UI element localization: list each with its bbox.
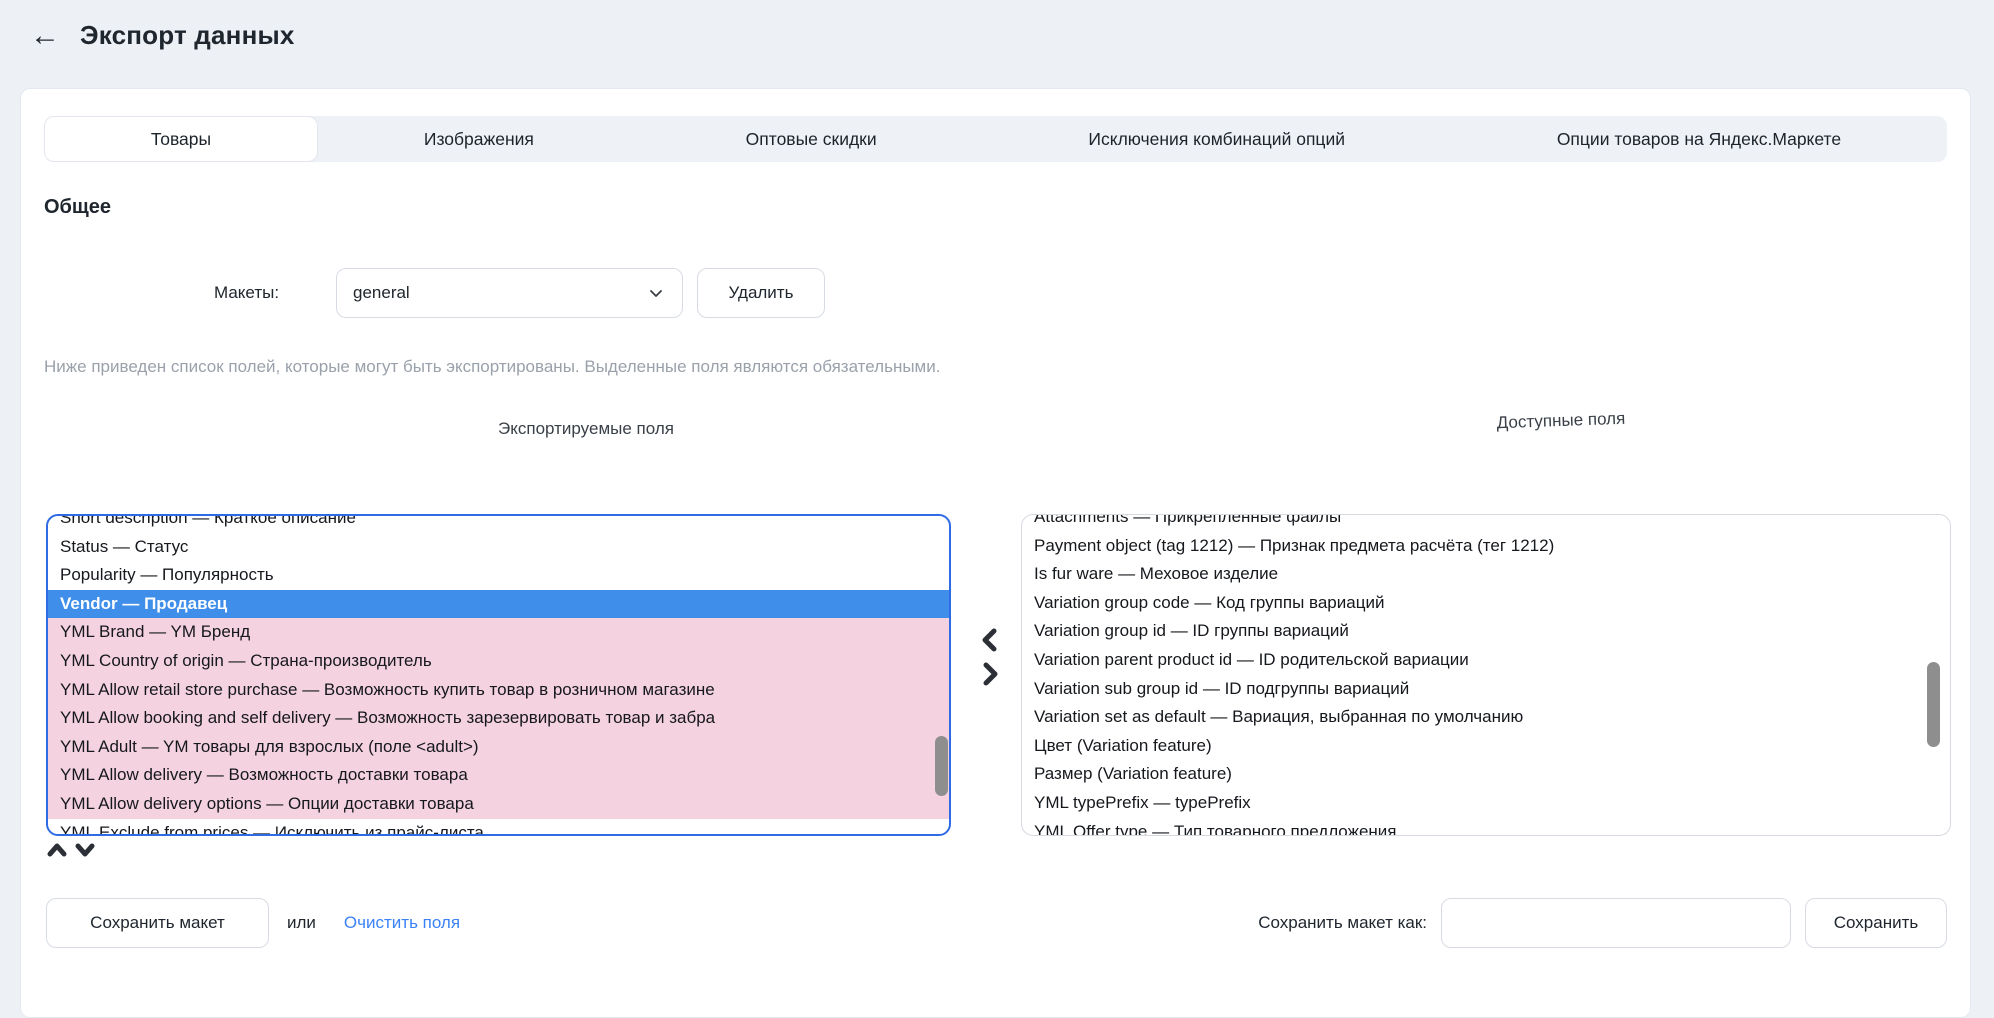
list-item[interactable]: YML Exclude from prices — Исключить из п… (48, 819, 949, 836)
general-section-heading: Общее (44, 196, 111, 219)
move-right-icon[interactable] (979, 661, 1001, 687)
save-as-label: Сохранить макет как: (1258, 913, 1427, 933)
list-item[interactable]: Vendor — Продавец (48, 590, 949, 619)
save-button[interactable]: Сохранить (1805, 898, 1947, 948)
layouts-select[interactable]: general (336, 268, 683, 318)
tab-strip: Товары Изображения Оптовые скидки Исключ… (44, 116, 1947, 162)
list-item[interactable]: Variation set as default — Вариация, выб… (1022, 703, 1950, 732)
save-layout-button[interactable]: Сохранить макет (46, 898, 269, 948)
back-arrow-icon[interactable]: ← (30, 21, 60, 51)
list-item[interactable]: YML Adult — YM товары для взрослых (поле… (48, 733, 949, 762)
exported-fields-header: Экспортируемые поля (366, 419, 806, 439)
list-item[interactable]: Variation group code — Код группы вариац… (1022, 589, 1950, 618)
list-item[interactable]: YML Brand — YM Бренд (48, 618, 949, 647)
list-item[interactable]: YML Allow retail store purchase — Возмож… (48, 676, 949, 705)
page-title: Экспорт данных (80, 20, 295, 51)
list-item[interactable]: Popularity — Популярность (48, 561, 949, 590)
exported-list-scrollbar-thumb[interactable] (935, 736, 948, 796)
layouts-row: Макеты: general Удалить (21, 268, 1970, 318)
tab-images[interactable]: Изображения (318, 116, 640, 162)
reorder-arrows (46, 842, 96, 858)
list-item[interactable]: Attachments — Прикрепленные файлы (1022, 514, 1950, 532)
list-item[interactable]: YML Country of origin — Страна-производи… (48, 647, 949, 676)
delete-layout-button[interactable]: Удалить (697, 268, 825, 318)
export-data-page: ← Экспорт данных Товары Изображения Опто… (0, 0, 1994, 986)
list-item[interactable]: Variation sub group id — ID подгруппы ва… (1022, 675, 1950, 704)
save-as-input[interactable] (1441, 898, 1791, 948)
list-item[interactable]: Цвет (Variation feature) (1022, 732, 1950, 761)
list-item[interactable]: Variation parent product id — ID родител… (1022, 646, 1950, 675)
layouts-label: Макеты: (214, 268, 279, 318)
list-item[interactable]: YML Allow delivery — Возможность доставк… (48, 761, 949, 790)
list-item[interactable]: YML typePrefix — typePrefix (1022, 789, 1950, 818)
tab-products[interactable]: Товары (44, 116, 318, 162)
list-item[interactable]: YML Allow booking and self delivery — Во… (48, 704, 949, 733)
list-item[interactable]: Variation group id — ID группы вариаций (1022, 617, 1950, 646)
fields-note: Ниже приведен список полей, которые могу… (44, 357, 940, 377)
exported-fields-rows: Short description — Краткое описание Sta… (48, 514, 949, 836)
move-down-icon[interactable] (74, 842, 96, 858)
available-fields-listbox[interactable]: Attachments — Прикрепленные файлы Paymen… (1021, 514, 1951, 836)
tab-option-combination-exclusions[interactable]: Исключения комбинаций опций (983, 116, 1451, 162)
page-header: ← Экспорт данных (30, 20, 295, 51)
export-card: Товары Изображения Оптовые скидки Исключ… (20, 88, 1971, 1018)
move-up-icon[interactable] (46, 842, 68, 858)
list-item[interactable]: Размер (Variation feature) (1022, 760, 1950, 789)
footer-right: Сохранить макет как: Сохранить (1258, 898, 1947, 948)
list-item[interactable]: YML Allow delivery options — Опции доста… (48, 790, 949, 819)
transfer-arrows (979, 627, 1001, 687)
footer-left: Сохранить макет или Очистить поля (46, 898, 460, 948)
available-fields-rows: Attachments — Прикрепленные файлы Paymen… (1022, 514, 1950, 836)
clear-fields-link[interactable]: Очистить поля (344, 913, 460, 933)
list-item[interactable]: Payment object (tag 1212) — Признак пред… (1022, 532, 1950, 561)
available-fields-header: Доступные поля (1361, 404, 1761, 438)
list-item[interactable]: Is fur ware — Меховое изделие (1022, 560, 1950, 589)
list-item[interactable]: Short description — Краткое описание (48, 514, 949, 533)
exported-fields-listbox[interactable]: Short description — Краткое описание Sta… (46, 514, 951, 836)
layouts-select-value: general (353, 283, 410, 303)
list-item[interactable]: Status — Статус (48, 533, 949, 562)
or-text: или (287, 913, 316, 933)
available-list-scrollbar-thumb[interactable] (1927, 662, 1940, 747)
tab-yandex-market-options[interactable]: Опции товаров на Яндекс.Маркете (1451, 116, 1947, 162)
list-item[interactable]: YML Offer type — Тип товарного предложен… (1022, 818, 1950, 836)
move-left-icon[interactable] (979, 627, 1001, 653)
tab-wholesale-discounts[interactable]: Оптовые скидки (640, 116, 983, 162)
chevron-down-icon (646, 283, 666, 303)
